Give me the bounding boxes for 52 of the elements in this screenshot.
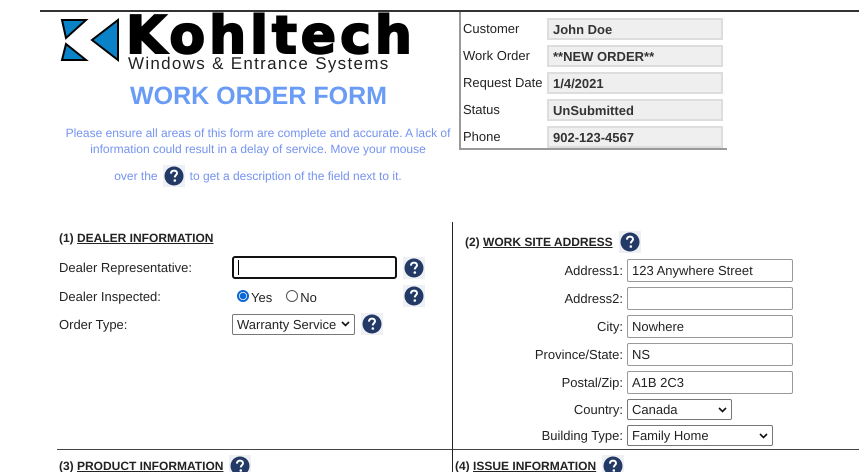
help-icon[interactable] [162,165,185,187]
section-heading: (1) DEALER INFORMATION [59,231,214,245]
field-label: Customer [463,21,520,36]
dropdown[interactable]: Warranty Service [232,314,356,334]
text-field[interactable]: A1B 2C3 [627,371,793,394]
field-label: Request Date [463,75,544,90]
field-label: Order Type: [59,316,128,332]
help-icon[interactable] [602,455,624,472]
help-icon[interactable] [618,231,641,253]
text-field[interactable]: 123 Anywhere Street [627,259,793,282]
field-label: Postal/Zip: [560,375,624,390]
logo-tagline: Windows & Entrance Systems [128,56,390,71]
field-label: Work Order [463,48,531,63]
logo-wordmark: Kohltech [126,16,416,56]
field-label: Country: [572,402,624,417]
field-label: Phone [463,129,502,144]
readonly-field: 902-123-4567 [547,126,723,148]
chevron-icon [341,321,350,327]
text-field[interactable]: NS [627,343,793,366]
logo-icon [60,18,120,62]
readonly-field: John Doe [547,18,723,40]
readonly-field: **NEW ORDER** [547,44,723,66]
option-label: No [300,290,317,305]
chevron-icon [759,432,768,438]
readonly-field: 1/4/2021 [547,72,723,94]
help-icon[interactable] [403,256,425,278]
intro-text: to get a description of the field next to it. [190,169,402,183]
dropdown[interactable]: Family Home [627,425,773,446]
dropdown[interactable]: Canada [627,399,732,420]
option-label: Yes [251,290,272,305]
field-label: Status [463,102,501,117]
text-field[interactable] [627,287,793,310]
radio-button[interactable] [286,290,298,302]
section-heading: (2) WORK SITE ADDRESS [465,235,613,249]
readonly-field: UnSubmitted [547,98,723,120]
text-field[interactable] [232,256,397,279]
help-icon[interactable] [361,313,384,335]
field-label: Building Type: [540,428,624,443]
field-label: City: [596,319,624,334]
form-title: WORK ORDER FORM [129,82,388,111]
field-label: Dealer Representative: [59,260,193,275]
intro-text: over the [114,169,158,183]
text-field[interactable]: Nowhere [627,315,793,338]
field-label: Address1: [563,263,624,278]
radio-button[interactable] [237,290,249,302]
help-icon[interactable] [403,285,425,307]
field-label: Address2: [563,291,624,306]
field-label: Dealer Inspected: [59,288,162,304]
chevron-icon [718,406,727,412]
intro-text: Please ensure all areas of this form are complete and accurate. A lack of information could result in a delay of service. Move your mouse [64,125,452,157]
help-icon[interactable] [229,455,252,472]
field-label: Province/State: [534,347,624,362]
